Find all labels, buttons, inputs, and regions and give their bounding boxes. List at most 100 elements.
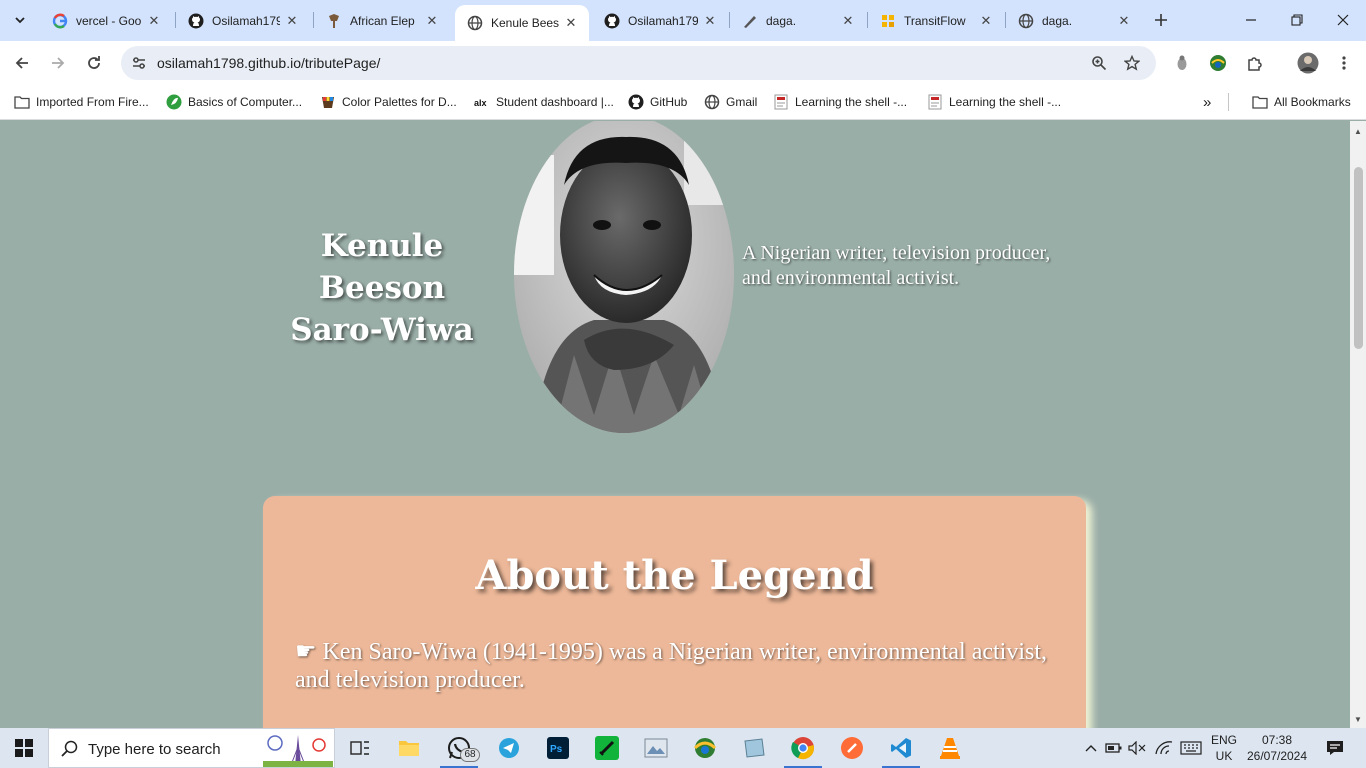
volume-button[interactable]	[1127, 728, 1147, 768]
green-app-button[interactable]	[584, 728, 630, 768]
back-button[interactable]	[8, 49, 36, 77]
postman-button[interactable]	[829, 728, 875, 768]
zoom-icon[interactable]	[1088, 52, 1110, 74]
image-viewer-icon	[644, 738, 668, 758]
close-window-button[interactable]	[1320, 0, 1366, 40]
scroll-thumb[interactable]	[1354, 167, 1363, 349]
star-icon[interactable]	[1121, 52, 1143, 74]
profile-avatar[interactable]	[1296, 51, 1320, 75]
close-icon[interactable]: ✕	[840, 13, 856, 29]
close-icon	[1337, 14, 1349, 26]
bookmarks-divider	[1228, 93, 1229, 111]
chevron-up-icon	[1085, 745, 1097, 752]
vlc-button[interactable]	[927, 728, 973, 768]
start-button[interactable]	[0, 728, 48, 768]
bookmark-basics-of-computer[interactable]: Basics of Computer...	[166, 92, 302, 112]
bookmark-student-dashboard[interactable]: alx Student dashboard |...	[474, 92, 614, 112]
taskbar-search-box[interactable]: Type here to search	[48, 728, 335, 768]
search-placeholder: Type here to search	[88, 741, 221, 758]
notification-badge: 68	[460, 748, 480, 762]
portrait-image	[514, 121, 734, 433]
close-icon[interactable]: ✕	[284, 13, 300, 29]
keyboard-icon	[1180, 741, 1202, 755]
bookmark-label: Imported From Fire...	[36, 95, 149, 109]
tab-search-button[interactable]	[8, 8, 32, 32]
telegram-button[interactable]	[486, 728, 532, 768]
bookmark-color-palettes[interactable]: Color Palettes for D...	[320, 92, 457, 112]
alx-icon: alx	[474, 94, 490, 110]
tab-african-elephant[interactable]: African Elep ✕	[314, 6, 450, 35]
site-info-icon[interactable]	[127, 51, 151, 75]
minimize-button[interactable]	[1228, 0, 1274, 40]
tab-title: Kenule Bees	[491, 16, 559, 30]
grid-icon	[880, 13, 896, 29]
vscode-icon	[891, 738, 911, 758]
task-view-button[interactable]	[337, 728, 383, 768]
folder-icon	[399, 741, 419, 756]
tab-transitflow[interactable]: TransitFlow ✕	[868, 6, 1004, 35]
green-app-icon	[595, 736, 619, 760]
file-explorer-button[interactable]	[386, 728, 432, 768]
tab-daga-1[interactable]: daga. ✕	[730, 6, 866, 35]
close-icon[interactable]: ✕	[563, 15, 579, 31]
tab-title: Osilamah179	[628, 13, 698, 28]
reload-button[interactable]	[80, 49, 108, 77]
clock[interactable]: 07:38 26/07/2024	[1245, 732, 1309, 764]
globe-icon	[467, 15, 483, 31]
bookmark-label: Gmail	[726, 95, 758, 109]
browser-toolbar: osilamah1798.github.io/tributePage/	[0, 41, 1366, 85]
more-menu-icon[interactable]	[1332, 51, 1356, 75]
bookmark-learning-shell-2[interactable]: Learning the shell -...	[927, 92, 1061, 112]
bookmark-learning-shell-1[interactable]: Learning the shell -...	[773, 92, 907, 112]
bookmark-imported-folder[interactable]: Imported From Fire...	[14, 92, 149, 112]
extension-globe-icon[interactable]	[1206, 51, 1230, 75]
chrome-button[interactable]	[780, 728, 826, 768]
scroll-down-icon[interactable]: ▼	[1350, 711, 1366, 727]
bookmark-gmail[interactable]: Gmail	[704, 92, 757, 112]
hero-description: A Nigerian writer, television producer, …	[742, 242, 1051, 289]
close-icon[interactable]: ✕	[146, 13, 162, 29]
close-icon[interactable]: ✕	[978, 13, 994, 29]
restore-button[interactable]	[1274, 0, 1320, 40]
extension-bug-icon[interactable]	[1170, 51, 1194, 75]
tab-github-2[interactable]: Osilamah179 ✕	[592, 6, 728, 35]
close-icon[interactable]: ✕	[702, 13, 718, 29]
scroll-up-icon[interactable]: ▲	[1350, 123, 1366, 139]
windows-logo-icon	[15, 739, 33, 757]
photoshop-button[interactable]: Ps	[535, 728, 581, 768]
network-button[interactable]	[1153, 728, 1175, 768]
bookmark-label: Learning the shell -...	[795, 95, 908, 109]
whatsapp-button[interactable]: 68	[436, 728, 482, 768]
bookmarks-overflow-button[interactable]: »	[1203, 92, 1211, 112]
bookmarks-bar: Imported From Fire... Basics of Computer…	[0, 85, 1366, 120]
show-hidden-icons-button[interactable]	[1082, 728, 1100, 768]
tab-daga-2[interactable]: daga. ✕	[1006, 6, 1142, 35]
notifications-button[interactable]	[1320, 728, 1350, 768]
doc-icon	[773, 94, 789, 110]
new-tab-button[interactable]	[1150, 9, 1172, 31]
vscode-button[interactable]	[878, 728, 924, 768]
bookmark-github[interactable]: GitHub	[628, 92, 687, 112]
doc-icon	[927, 94, 943, 110]
image-viewer-button[interactable]	[633, 728, 679, 768]
tab-kenule-beeson[interactable]: Kenule Bees ✕	[455, 5, 589, 41]
forward-button[interactable]	[44, 49, 72, 77]
tab-github-1[interactable]: Osilamah179 ✕	[176, 6, 310, 35]
all-bookmarks-button[interactable]: All Bookmarks	[1252, 92, 1351, 112]
touch-keyboard-button[interactable]	[1178, 728, 1204, 768]
search-highlight-illustration	[263, 731, 333, 767]
page-viewport: Kenule Beeson Saro-Wiwa A Nigerian write…	[0, 121, 1350, 728]
tab-vercel[interactable]: vercel - Goo ✕	[40, 6, 172, 35]
address-bar[interactable]: osilamah1798.github.io/tributePage/	[121, 46, 1156, 80]
pen-icon	[742, 13, 758, 29]
close-icon[interactable]: ✕	[1116, 13, 1132, 29]
close-icon[interactable]: ✕	[424, 13, 440, 29]
page-scrollbar[interactable]: ▲ ▼	[1350, 121, 1366, 728]
notepad-app-button[interactable]	[731, 728, 777, 768]
bookmark-label: GitHub	[650, 95, 688, 109]
hero-name-line2: Saro-Wiwa	[290, 312, 474, 348]
extensions-puzzle-icon[interactable]	[1243, 51, 1267, 75]
language-indicator[interactable]: ENG UK	[1206, 732, 1242, 764]
battery-status[interactable]	[1104, 728, 1124, 768]
globe-app-button[interactable]	[682, 728, 728, 768]
